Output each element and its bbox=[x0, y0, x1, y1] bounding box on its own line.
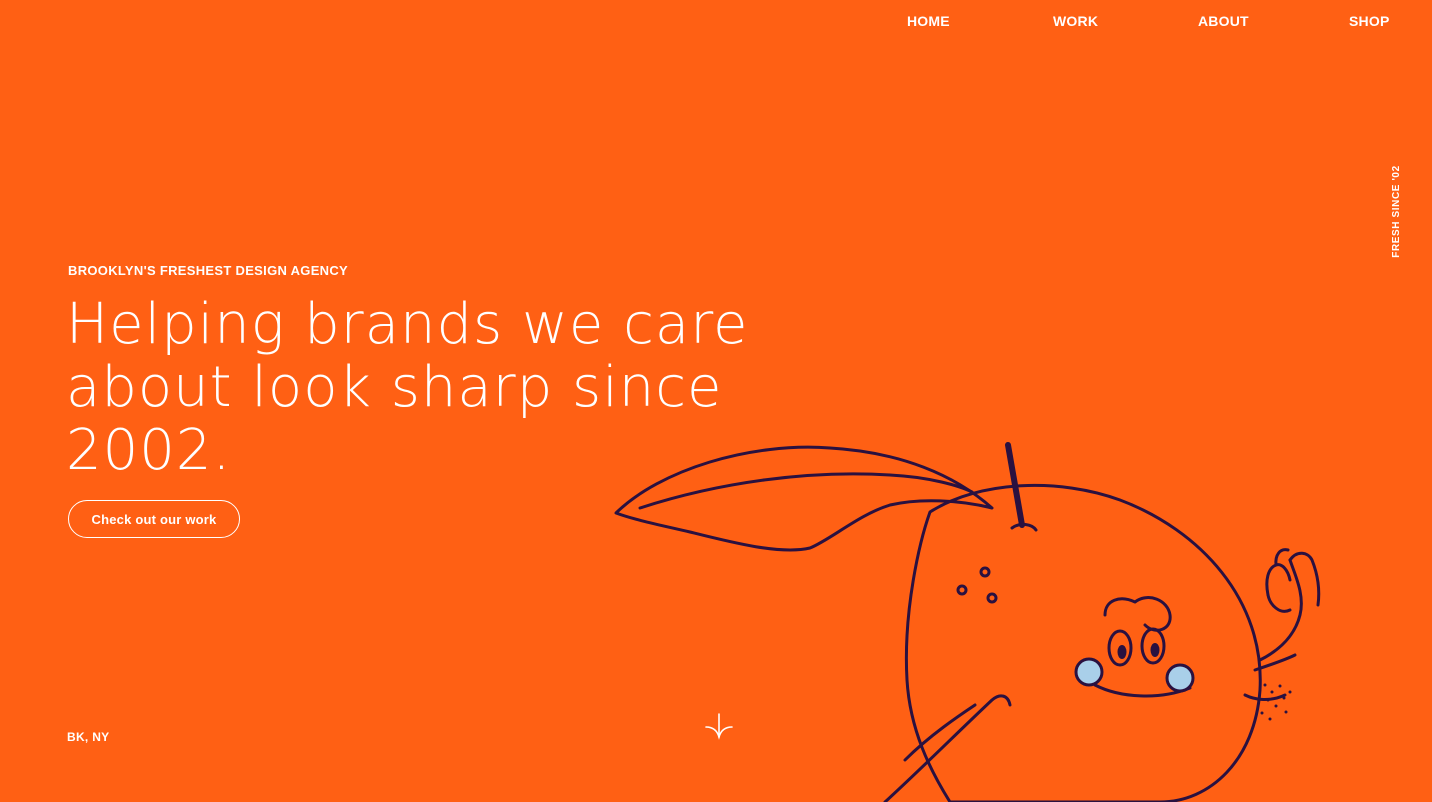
nav-shop-link[interactable]: SHOP bbox=[1349, 13, 1389, 29]
check-out-work-button[interactable]: Check out our work bbox=[68, 500, 240, 538]
orange-mascot-illustration bbox=[600, 430, 1360, 802]
nav-about-link[interactable]: ABOUT bbox=[1198, 13, 1249, 29]
side-tagline: FRESH SINCE '02 bbox=[1383, 164, 1409, 258]
hero-eyebrow: BROOKLYN'S FRESHEST DESIGN AGENCY bbox=[68, 263, 349, 278]
side-tagline-text: FRESH SINCE '02 bbox=[1390, 164, 1402, 258]
location-label: BK, NY bbox=[67, 730, 110, 744]
nav-home-link[interactable]: HOME bbox=[907, 13, 950, 29]
nav-work-link[interactable]: WORK bbox=[1053, 13, 1098, 29]
